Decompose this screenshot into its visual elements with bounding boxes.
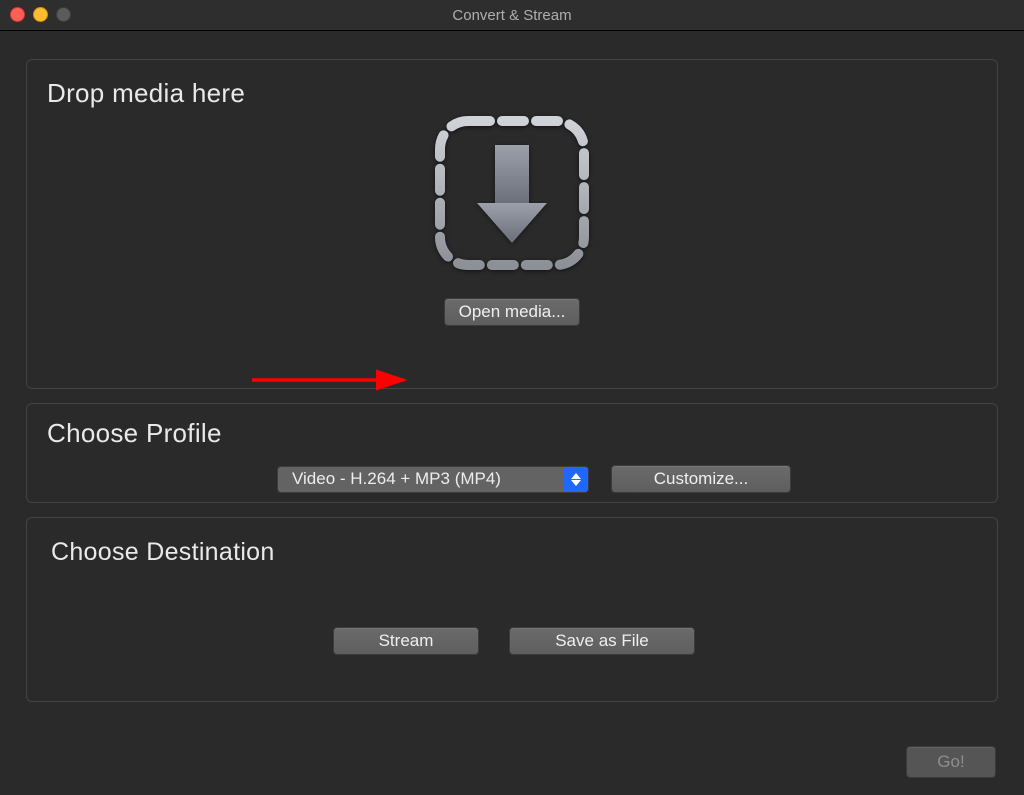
go-button-label: Go! bbox=[937, 752, 964, 772]
drop-arrow-icon bbox=[422, 103, 602, 288]
minimize-window-button[interactable] bbox=[33, 7, 48, 22]
traffic-lights bbox=[10, 7, 71, 22]
window-title: Convert & Stream bbox=[452, 7, 571, 24]
stream-button[interactable]: Stream bbox=[333, 627, 479, 655]
updown-arrows-icon bbox=[564, 467, 588, 492]
save-as-file-button-label: Save as File bbox=[555, 631, 649, 651]
window-titlebar: Convert & Stream bbox=[0, 0, 1024, 31]
open-media-button-label: Open media... bbox=[459, 302, 566, 322]
window-content: Drop media here bbox=[0, 31, 1024, 795]
choose-profile-panel: Choose Profile Video - H.264 + MP3 (MP4)… bbox=[26, 403, 998, 503]
go-button[interactable]: Go! bbox=[906, 746, 996, 778]
choose-destination-panel: Choose Destination Stream Save as File bbox=[26, 517, 998, 702]
maximize-window-button[interactable] bbox=[56, 7, 71, 22]
choose-profile-heading: Choose Profile bbox=[47, 418, 977, 449]
choose-destination-heading: Choose Destination bbox=[51, 538, 977, 567]
customize-profile-button[interactable]: Customize... bbox=[611, 465, 791, 493]
customize-button-label: Customize... bbox=[654, 469, 748, 489]
close-window-button[interactable] bbox=[10, 7, 25, 22]
profile-select-value: Video - H.264 + MP3 (MP4) bbox=[292, 469, 501, 489]
profile-select[interactable]: Video - H.264 + MP3 (MP4) bbox=[277, 466, 589, 493]
stream-button-label: Stream bbox=[379, 631, 434, 651]
drop-media-panel: Drop media here bbox=[26, 59, 998, 389]
open-media-button[interactable]: Open media... bbox=[444, 298, 581, 326]
drop-zone[interactable] bbox=[47, 109, 977, 288]
save-as-file-button[interactable]: Save as File bbox=[509, 627, 695, 655]
